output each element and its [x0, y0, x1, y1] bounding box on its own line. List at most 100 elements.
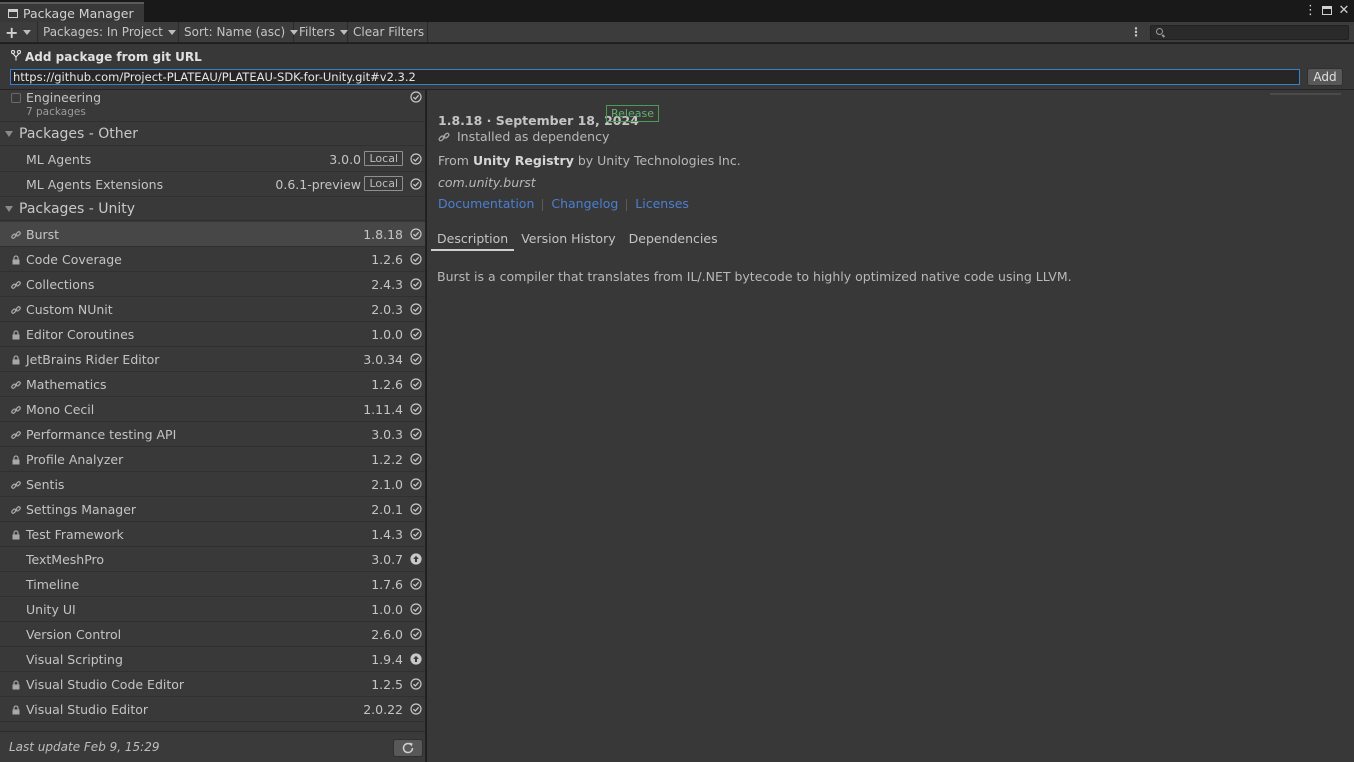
package-row[interactable]: Profile Analyzer 1.2.2 — [0, 447, 425, 472]
package-name: Test Framework — [26, 527, 124, 542]
package-row[interactable]: Mathematics 1.2.6 — [0, 372, 425, 397]
package-version: 2.0.3 — [371, 302, 403, 317]
package-version: 0.6.1-preview — [275, 177, 361, 192]
window-tab[interactable]: Package Manager — [0, 2, 144, 22]
changelog-link[interactable]: Changelog — [551, 196, 618, 211]
window-controls: ⋮ ✕ — [1304, 3, 1350, 18]
package-version: 2.0.1 — [371, 502, 403, 517]
package-name: ML Agents — [26, 152, 92, 167]
window-icon — [8, 8, 18, 18]
window-menu-icon[interactable]: ⋮ — [1304, 3, 1317, 18]
package-row[interactable]: Burst 1.8.18 — [0, 222, 425, 247]
check-icon — [410, 328, 422, 340]
package-name: Unity UI — [26, 602, 76, 617]
package-row[interactable]: Visual Scripting 1.9.4 — [0, 647, 425, 672]
local-badge: Local — [364, 151, 403, 166]
check-icon — [410, 628, 422, 640]
package-name: Performance testing API — [26, 427, 177, 442]
lock-icon — [11, 254, 21, 265]
dependency-text: Installed as dependency — [457, 129, 610, 144]
package-name: Visual Studio Code Editor — [26, 677, 185, 692]
package-name: Profile Analyzer — [26, 452, 124, 467]
package-row[interactable]: Editor Coroutines 1.0.0 — [0, 322, 425, 347]
package-row[interactable]: Timeline 1.7.6 — [0, 572, 425, 597]
more-options-icon[interactable]: ⋮ — [1130, 24, 1142, 40]
package-row[interactable]: JetBrains Rider Editor 3.0.34 — [0, 347, 425, 372]
package-version: 1.2.6 — [371, 252, 403, 267]
check-icon — [410, 91, 422, 103]
tab-version-history[interactable]: Version History — [515, 228, 621, 251]
release-badge: Release — [606, 105, 659, 122]
plus-icon: + — [5, 22, 19, 42]
search-input[interactable] — [1150, 25, 1349, 40]
link-icon — [11, 429, 21, 439]
packages-filter-label: Packages: In Project — [43, 25, 163, 39]
group-header[interactable]: Packages - Other — [0, 122, 425, 146]
package-row[interactable]: Collections 2.4.3 — [0, 272, 425, 297]
tab-dependencies[interactable]: Dependencies — [623, 228, 724, 251]
check-icon — [410, 703, 422, 715]
link-icon — [11, 404, 21, 414]
package-row[interactable]: Visual Studio Editor 2.0.22 — [0, 697, 425, 722]
package-version: 1.2.6 — [371, 377, 403, 392]
package-row[interactable]: Performance testing API 3.0.3 — [0, 422, 425, 447]
filters-dropdown[interactable]: Filters — [294, 22, 348, 42]
close-icon[interactable]: ✕ — [1338, 3, 1350, 18]
documentation-link[interactable]: Documentation — [438, 196, 534, 211]
sort-dropdown[interactable]: Sort: Name (asc) — [179, 22, 299, 42]
packages-filter-dropdown[interactable]: Packages: In Project — [38, 22, 179, 42]
chevron-down-icon — [167, 29, 176, 35]
package-details: 1.8.18 · September 18, 2024 Release Inst… — [427, 90, 1354, 762]
package-version: 2.0.22 — [363, 702, 403, 717]
add-package-menu-button[interactable]: + — [0, 22, 38, 42]
package-row[interactable]: Custom NUnit 2.0.3 — [0, 297, 425, 322]
package-description: Burst is a compiler that translates from… — [437, 269, 1072, 284]
maximize-icon[interactable] — [1322, 6, 1332, 15]
refresh-button[interactable] — [393, 739, 423, 757]
package-version: 2.4.3 — [371, 277, 403, 292]
check-icon — [410, 603, 422, 615]
engineering-feature-item[interactable]: Engineering 7 packages — [0, 90, 425, 122]
feature-name: Engineering — [26, 90, 101, 105]
clear-filters-button[interactable]: Clear Filters — [348, 22, 428, 42]
toolbar: + Packages: In Project Sort: Name (asc) … — [0, 22, 1354, 43]
package-row[interactable]: Settings Manager 2.0.1 — [0, 497, 425, 522]
git-url-input[interactable] — [10, 69, 1300, 85]
package-version: 1.9.4 — [371, 652, 403, 667]
package-row[interactable]: Sentis 2.1.0 — [0, 472, 425, 497]
expand-triangle-icon[interactable] — [5, 131, 13, 137]
package-name: Burst — [26, 227, 60, 242]
check-icon — [410, 303, 422, 315]
package-row[interactable]: Code Coverage 1.2.6 — [0, 247, 425, 272]
add-git-url-button[interactable]: Add — [1307, 68, 1343, 86]
group-header[interactable]: Packages - Unity — [0, 197, 425, 221]
expand-triangle-icon[interactable] — [5, 206, 13, 212]
link-icon — [11, 504, 21, 514]
licenses-link[interactable]: Licenses — [635, 196, 689, 211]
package-name: Mathematics — [26, 377, 107, 392]
package-row[interactable]: Mono Cecil 1.11.4 — [0, 397, 425, 422]
package-row[interactable]: Visual Studio Code Editor 1.2.5 — [0, 672, 425, 697]
update-icon — [410, 653, 422, 665]
package-row[interactable]: Unity UI 1.0.0 — [0, 597, 425, 622]
search-icon — [1156, 28, 1163, 35]
link-icon — [11, 479, 21, 489]
package-row[interactable]: ML Agents 3.0.0 Local — [0, 147, 425, 172]
package-row[interactable]: ML Agents Extensions 0.6.1-preview Local — [0, 172, 425, 197]
check-icon — [410, 178, 422, 190]
package-version: 2.1.0 — [371, 477, 403, 492]
package-row[interactable]: Test Framework 1.4.3 — [0, 522, 425, 547]
last-update-label: Last update Feb 9, 15:29 — [9, 740, 160, 754]
package-row[interactable]: TextMeshPro 3.0.7 — [0, 547, 425, 572]
package-version: 1.8.18 — [363, 227, 403, 242]
link-icon — [11, 279, 21, 289]
package-row[interactable]: Version Control 2.6.0 — [0, 622, 425, 647]
link-divider — [626, 199, 628, 211]
package-name: Visual Studio Editor — [26, 702, 149, 717]
package-list[interactable]: Engineering 7 packages Packages - Other M… — [0, 90, 426, 731]
feature-icon — [11, 93, 21, 103]
package-name: Code Coverage — [26, 252, 122, 267]
list-footer: Last update Feb 9, 15:29 — [0, 731, 426, 762]
tab-description[interactable]: Description — [431, 228, 515, 251]
link-icon — [11, 304, 21, 314]
